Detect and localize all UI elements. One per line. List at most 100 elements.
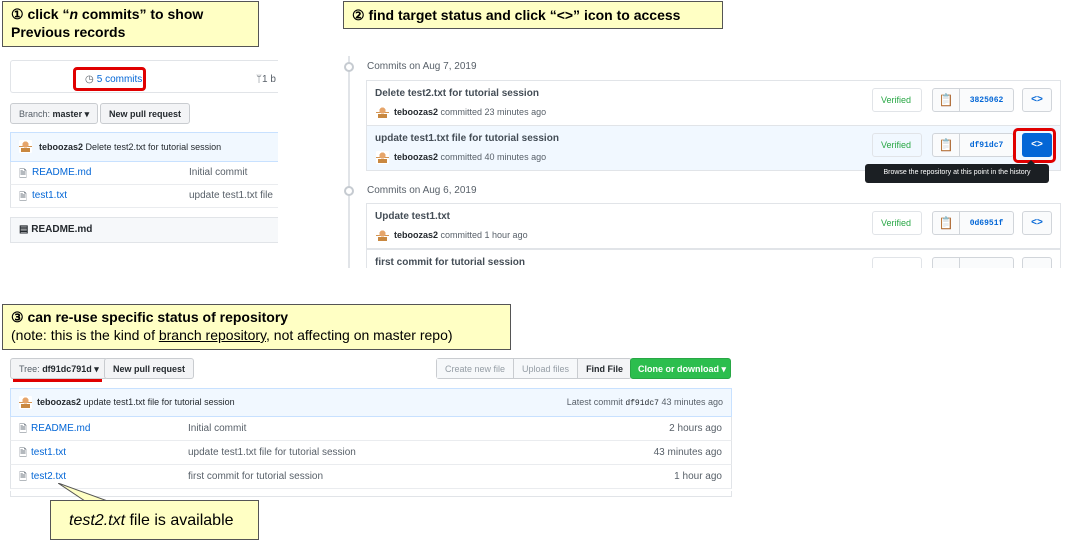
repo-overview-panel: ◷ 5 commits ᛘ1 b Branch: master ▾ New pul… — [10, 58, 278, 266]
commit-author[interactable]: teboozas2 — [394, 152, 438, 162]
commit-author[interactable]: teboozas2 — [394, 107, 438, 117]
verified-badge[interactable]: Verified — [872, 211, 922, 235]
file-row: 🗎 test2.txt first commit for tutorial se… — [10, 465, 732, 489]
file-actions-group: Create new file Upload files Find File — [436, 358, 633, 379]
file-commit-message[interactable]: update test1.txt file for tutorial sessi… — [188, 447, 356, 458]
branches-link[interactable]: ᛘ1 b — [256, 74, 276, 85]
file-commit-message[interactable]: Initial commit — [188, 423, 246, 434]
callout-step-4: test2.txt file is available — [50, 500, 259, 540]
find-file-button[interactable]: Find File — [578, 359, 631, 378]
clipboard-icon: 📋 — [938, 138, 954, 152]
latest-commit-sha[interactable]: df91dc7 — [625, 399, 659, 408]
tree-prefix: Tree: — [19, 364, 40, 374]
copy-sha-button[interactable]: 📋 — [932, 211, 960, 235]
readme-title: README.md — [31, 224, 93, 235]
callout-text: (note: this is the kind of — [11, 327, 159, 343]
commit-group-dot-icon — [344, 186, 354, 196]
commit-time: committed 1 hour ago — [440, 230, 528, 240]
file-icon: 🗎 — [19, 472, 28, 483]
branches-label: 1 b — [262, 74, 276, 85]
file-row: 🗎 test1.txt update test1.txt file for tu… — [10, 441, 732, 465]
tree-view-panel: Tree: df91dc791d ▾ New pull request Crea… — [10, 358, 732, 498]
file-commit-message[interactable]: Initial commit — [189, 167, 247, 178]
avatar[interactable] — [19, 140, 32, 153]
file-link[interactable]: test1.txt — [32, 190, 67, 201]
commit-group-dot-icon — [344, 62, 354, 72]
file-commit-message[interactable]: first commit for tutorial session — [188, 471, 323, 482]
caret-down-icon: ▾ — [84, 109, 90, 119]
branch-select-button[interactable]: Branch: master ▾ — [10, 103, 99, 124]
copy-sha-button[interactable]: 📋 — [932, 133, 960, 157]
file-icon: 🗎 — [19, 424, 28, 435]
copy-sha-button[interactable]: 📋 — [932, 88, 960, 112]
branch-prefix: Branch: — [19, 109, 51, 119]
copy-sha-button[interactable] — [932, 257, 960, 268]
commit-message-link[interactable]: Delete test2.txt for tutorial session — [375, 88, 539, 99]
new-pull-request-button[interactable]: New pull request — [100, 103, 191, 124]
callout-text: ① click “ — [11, 6, 70, 22]
callout-text-underlined: branch repository — [158, 327, 266, 343]
file-age: 1 hour ago — [674, 471, 722, 482]
file-row: 🗎 test1.txt update test1.txt file — [10, 185, 278, 208]
avatar[interactable] — [376, 151, 389, 164]
file-commit-message[interactable]: update test1.txt file — [189, 190, 273, 201]
file-icon: 🗎 — [19, 169, 28, 180]
commit-message[interactable]: Delete test2.txt for tutorial session — [86, 142, 222, 152]
verified-badge[interactable]: Verified — [872, 133, 922, 157]
book-icon: ▤ — [19, 224, 29, 235]
create-new-file-button[interactable]: Create new file — [437, 359, 515, 378]
clipboard-icon: 📋 — [938, 216, 954, 230]
browse-repo-button[interactable] — [1022, 257, 1052, 268]
commit-message-link[interactable]: update test1.txt file for tutorial sessi… — [375, 133, 559, 144]
commit-item: Update test1.txt teboozas2 committed 1 h… — [366, 203, 1061, 249]
tree-sha: df91dc791d — [42, 364, 92, 374]
commit-author[interactable]: teboozas2 — [394, 230, 438, 240]
avatar[interactable] — [376, 106, 389, 119]
avatar[interactable] — [376, 229, 389, 242]
file-age: 43 minutes ago — [653, 447, 722, 458]
avatar[interactable] — [19, 396, 32, 409]
callout-text: Previous records — [11, 24, 126, 40]
browse-tooltip: Browse the repository at this point in t… — [865, 160, 1049, 183]
clone-or-download-button[interactable]: Clone or download ▾ — [630, 358, 731, 379]
browse-repo-button[interactable]: <> — [1022, 211, 1052, 235]
commit-sha-link[interactable]: 3825062 — [959, 88, 1014, 112]
latest-commit-bar: teboozas2 Delete test2.txt for tutorial … — [10, 132, 278, 162]
commit-time: committed 40 minutes ago — [440, 152, 547, 162]
file-link[interactable]: test1.txt — [31, 447, 66, 458]
commit-sha-link[interactable]: 0d6951f — [959, 211, 1014, 235]
commit-message[interactable]: update test1.txt file for tutorial sessi… — [84, 397, 235, 407]
latest-commit-bar: teboozas2 update test1.txt file for tuto… — [10, 388, 732, 417]
readme-header: ▤ README.md — [10, 217, 278, 243]
callout-text-emphasis: n — [69, 6, 79, 22]
browse-repo-button[interactable]: <> — [1022, 88, 1052, 112]
file-link[interactable]: test2.txt — [31, 471, 66, 482]
commits-link[interactable]: ◷ 5 commits — [73, 67, 146, 91]
latest-commit-time: 43 minutes ago — [661, 397, 723, 407]
upload-files-button[interactable]: Upload files — [514, 359, 579, 378]
branch-name: master — [52, 109, 83, 119]
commit-message-link[interactable]: Update test1.txt — [375, 211, 450, 222]
file-icon: 🗎 — [19, 448, 28, 459]
new-pull-request-button[interactable]: New pull request — [104, 358, 195, 379]
commit-author[interactable]: teboozas2 — [39, 142, 83, 152]
callout-text: file is available — [125, 512, 234, 529]
file-link[interactable]: README.md — [32, 167, 91, 178]
repo-stats-bar: ◷ 5 commits ᛘ1 b — [10, 60, 278, 93]
tree-select-button[interactable]: Tree: df91dc791d ▾ — [10, 358, 108, 379]
commit-sha-link[interactable]: df91dc7 — [959, 133, 1014, 157]
commit-message-link[interactable]: first commit for tutorial session — [375, 257, 525, 268]
commits-label: 5 commits — [96, 74, 143, 85]
callout-step-3: ③ can re-use specific status of reposito… — [2, 304, 511, 350]
callout-text: , not affecting on master repo) — [266, 327, 453, 343]
commit-time: committed 23 minutes ago — [440, 107, 547, 117]
file-link[interactable]: README.md — [31, 423, 90, 434]
callout-text: ③ can re-use specific status of reposito… — [11, 309, 289, 325]
commit-group-date: Commits on Aug 6, 2019 — [367, 185, 477, 196]
commit-author[interactable]: teboozas2 — [37, 397, 81, 407]
latest-commit-label: Latest commit — [566, 397, 623, 407]
commit-sha-link[interactable] — [959, 257, 1014, 268]
file-row: 🗎 README.md Initial commit — [10, 162, 278, 185]
verified-badge[interactable] — [872, 257, 922, 268]
verified-badge[interactable]: Verified — [872, 88, 922, 112]
